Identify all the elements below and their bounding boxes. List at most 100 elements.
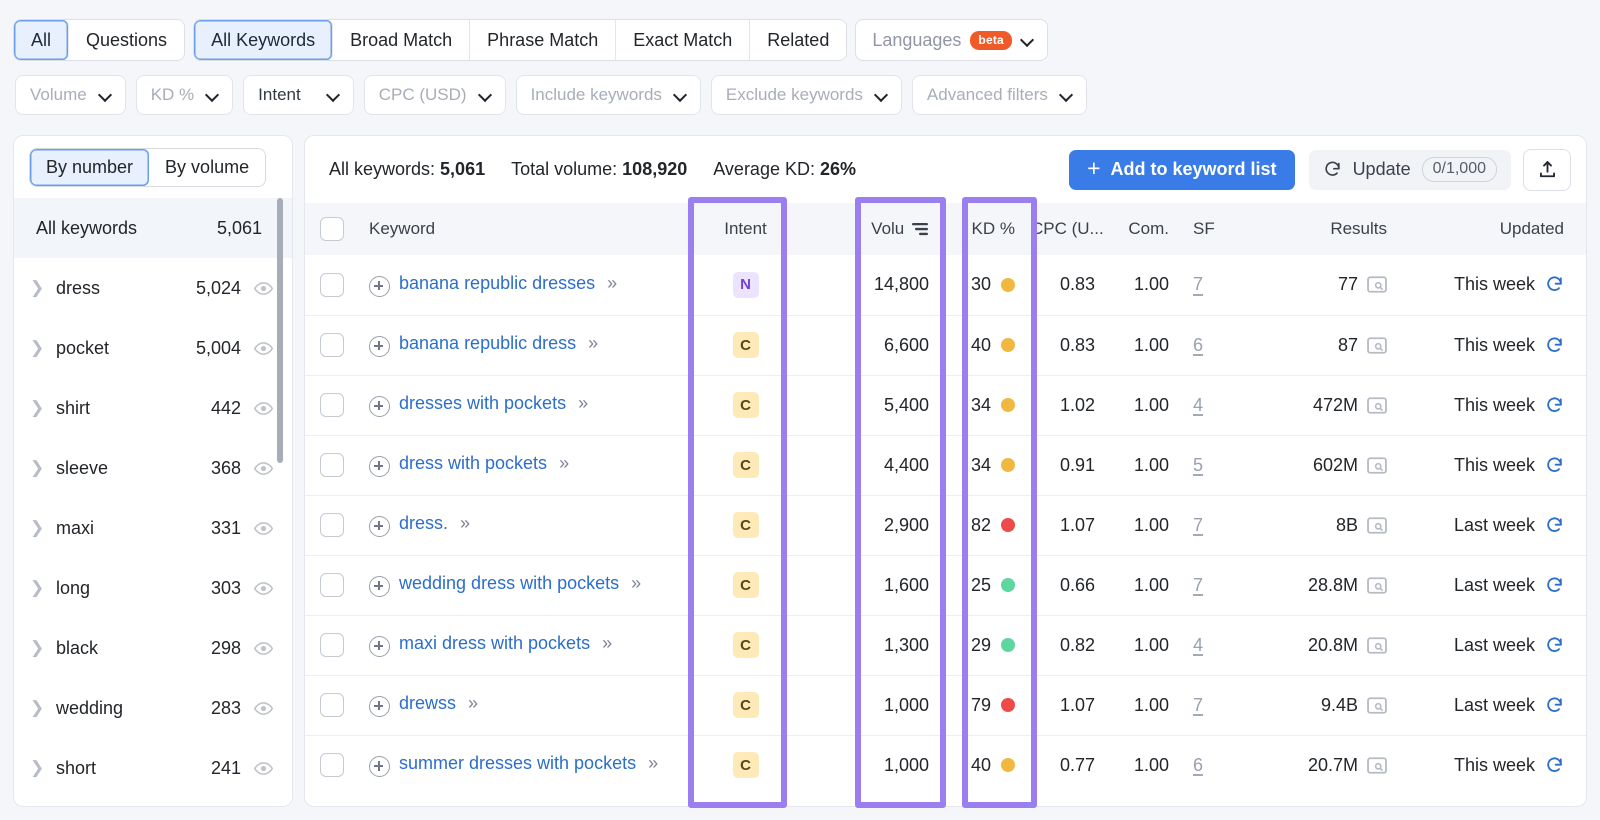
keyword-link[interactable]: summer dresses with pockets [399,753,636,774]
serp-preview-icon[interactable] [1367,516,1387,534]
eye-icon[interactable] [253,458,274,479]
add-keyword-icon[interactable] [369,576,390,597]
sf-value[interactable]: 4 [1193,395,1203,415]
column-header-results[interactable]: Results [1235,203,1405,255]
refresh-icon[interactable] [1545,456,1564,475]
table-row[interactable]: banana republic dresses » N 14,800 30 0.83 1.0… [305,255,1586,316]
keyword-link[interactable]: maxi dress with pockets [399,633,590,654]
add-keyword-icon[interactable] [369,696,390,717]
intent-badge[interactable]: C [732,752,759,779]
sort-by-volume-button[interactable]: By volume [149,148,266,186]
column-header-cpc[interactable]: CPC (U... [1021,203,1105,255]
keyword-expand-icon[interactable]: » [460,513,470,534]
add-keyword-icon[interactable] [369,516,390,537]
table-row[interactable]: dresses with pockets » C 5,400 34 1.02 1.00 4 47… [305,375,1586,436]
table-row[interactable]: banana republic dress » C 6,600 40 0.83 1.00 6 8… [305,315,1586,376]
table-row[interactable]: drewss » C 1,000 79 1.07 1.00 7 9.4B Last week [305,675,1586,736]
filter-volume[interactable]: Volume [16,76,125,114]
sf-value[interactable]: 7 [1193,575,1203,595]
keyword-expand-icon[interactable]: » [631,573,641,594]
tab-all-keywords[interactable]: All Keywords [194,20,334,60]
tab-phrase-match[interactable]: Phrase Match [470,20,617,60]
chevron-right-icon[interactable]: ❯ [30,338,56,358]
sidebar-item-maxi[interactable]: ❯ maxi 331 [14,498,292,558]
keyword-expand-icon[interactable]: » [468,693,478,714]
keyword-expand-icon[interactable]: » [559,453,569,474]
intent-badge[interactable]: C [732,512,759,538]
column-header-keyword[interactable]: Keyword [359,203,704,255]
sidebar-scrollbar[interactable] [277,198,283,798]
chevron-right-icon[interactable]: ❯ [30,758,56,778]
row-checkbox[interactable] [320,513,344,537]
eye-icon[interactable] [253,278,274,299]
sf-value[interactable]: 7 [1193,695,1203,715]
table-row[interactable]: dress. » C 2,900 82 1.07 1.00 7 8B Last week [305,495,1586,556]
keyword-expand-icon[interactable]: » [578,393,588,414]
eye-icon[interactable] [253,398,274,419]
refresh-icon[interactable] [1545,396,1564,415]
sort-icon[interactable] [911,222,929,236]
refresh-icon[interactable] [1545,275,1564,294]
sidebar-item-dress[interactable]: ❯ dress 5,024 [14,258,292,318]
tab-related[interactable]: Related [750,20,847,60]
keyword-expand-icon[interactable]: » [588,333,598,354]
intent-badge[interactable]: C [732,692,759,718]
table-row[interactable]: dress with pockets » C 4,400 34 0.91 1.00 5 602M… [305,435,1586,496]
eye-icon[interactable] [253,758,274,779]
keyword-link[interactable]: dress with pockets [399,453,547,474]
refresh-icon[interactable] [1545,696,1564,715]
sidebar-item-pocket[interactable]: ❯ pocket 5,004 [14,318,292,378]
serp-preview-icon[interactable] [1367,636,1387,654]
sidebar-item-all-keywords[interactable]: All keywords 5,061 [14,198,292,258]
add-keyword-icon[interactable] [369,336,390,357]
row-checkbox[interactable] [320,573,344,597]
column-header-updated[interactable]: Updated [1405,203,1586,255]
tab-exact-match[interactable]: Exact Match [616,20,751,60]
eye-icon[interactable] [253,338,274,359]
filter-cpc[interactable]: CPC (USD) [364,76,505,114]
filter-advanced[interactable]: Advanced filters [912,76,1086,114]
intent-badge[interactable]: N [732,271,759,298]
column-header-com[interactable]: Com. [1105,203,1179,255]
refresh-icon[interactable] [1545,336,1564,355]
add-keyword-icon[interactable] [369,275,390,297]
sf-value[interactable]: 6 [1193,755,1203,775]
select-all-checkbox[interactable] [320,217,344,241]
eye-icon[interactable] [253,638,274,659]
keyword-link[interactable]: dress. [399,513,448,534]
keyword-link[interactable]: banana republic dress [399,333,576,354]
chevron-right-icon[interactable]: ❯ [30,638,56,658]
refresh-icon[interactable] [1545,636,1564,655]
sidebar-item-long[interactable]: ❯ long 303 [14,558,292,618]
sidebar-item-black[interactable]: ❯ black 298 [14,618,292,678]
sidebar-scrollbar-thumb[interactable] [277,198,283,463]
serp-preview-icon[interactable] [1367,336,1387,354]
row-checkbox[interactable] [320,453,344,477]
row-checkbox[interactable] [320,333,344,357]
chevron-right-icon[interactable]: ❯ [30,278,56,298]
intent-badge[interactable]: C [732,332,759,358]
keyword-link[interactable]: banana republic dresses [399,273,595,294]
add-keyword-icon[interactable] [369,636,390,657]
refresh-icon[interactable] [1545,756,1564,775]
sf-value[interactable]: 7 [1193,515,1203,535]
intent-badge[interactable]: C [732,392,759,418]
filter-exclude-keywords[interactable]: Exclude keywords [711,76,901,114]
add-keyword-icon[interactable] [369,756,390,778]
sf-value[interactable]: 5 [1193,455,1203,475]
column-header-sf[interactable]: SF [1179,203,1235,255]
sf-value[interactable]: 7 [1193,274,1203,294]
serp-preview-icon[interactable] [1367,396,1387,414]
sidebar-item-sleeve[interactable]: ❯ sleeve 368 [14,438,292,498]
sidebar-item-wedding[interactable]: ❯ wedding 283 [14,678,292,738]
refresh-icon[interactable] [1545,516,1564,535]
serp-preview-icon[interactable] [1367,696,1387,714]
update-button[interactable]: Update 0/1,000 [1308,149,1511,190]
row-checkbox[interactable] [320,693,344,717]
intent-badge[interactable]: C [732,452,759,478]
table-row[interactable]: maxi dress with pockets » C 1,300 29 0.82 1.00… [305,615,1586,676]
serp-preview-icon[interactable] [1367,757,1387,774]
column-header-kd[interactable]: KD % [943,203,1021,255]
filter-include-keywords[interactable]: Include keywords [516,76,700,114]
table-row[interactable]: summer dresses with pockets » C 1,000 40 0.77… [305,735,1586,795]
